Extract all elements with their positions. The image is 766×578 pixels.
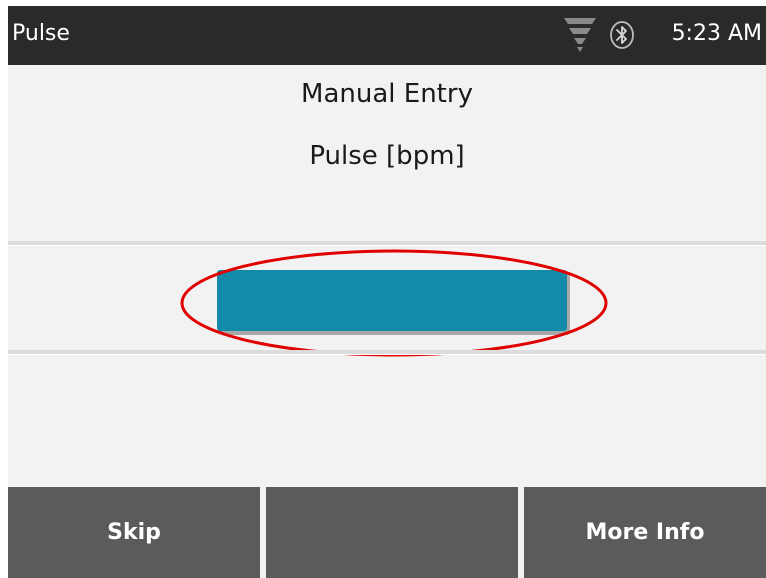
more-info-button[interactable]: More Info [524,487,766,578]
device-screen: Pulse 5:23 AM Manual Entry Pulse [bpm] S… [8,6,766,578]
signal-strength-icon [564,18,596,52]
app-title: Pulse [12,21,70,46]
screen-title: Manual Entry [301,79,473,109]
pulse-value-input[interactable] [217,270,567,331]
field-label: Pulse [bpm] [309,141,465,171]
bluetooth-icon [610,21,634,49]
divider-bottom [8,350,766,355]
status-bar: Pulse 5:23 AM [8,6,766,65]
divider-top [8,241,766,246]
blank-footer-button[interactable] [266,487,518,578]
clock: 5:23 AM [671,21,762,46]
skip-button[interactable]: Skip [8,487,260,578]
footer-bar: Skip More Info [8,487,766,578]
